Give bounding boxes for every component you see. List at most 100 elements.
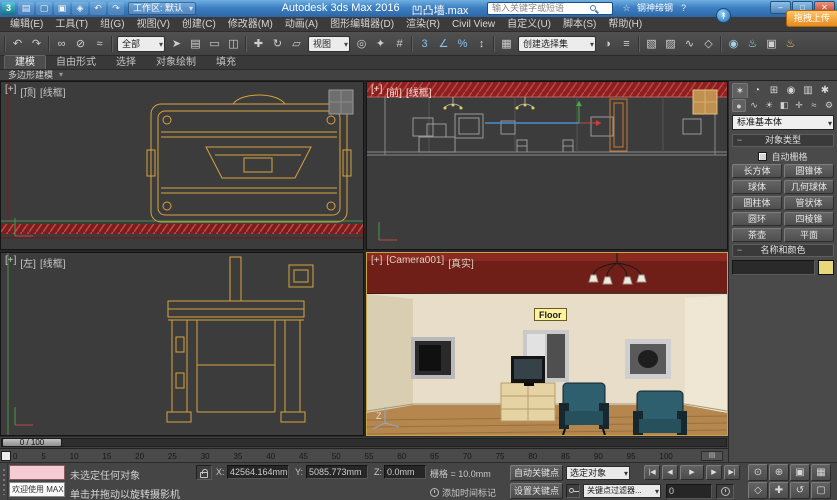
select-and-manipulate-icon[interactable]: ✦ <box>371 34 390 54</box>
selection-filter-dropdown[interactable]: 全部 <box>117 35 165 52</box>
viewport-left[interactable]: [+] [左] [线框] <box>0 252 364 436</box>
rendered-frame-icon[interactable]: ▣ <box>762 34 781 54</box>
display-tab[interactable]: ▥ <box>800 83 816 98</box>
edit-named-sets-icon[interactable]: ▦ <box>497 34 516 54</box>
menu-item[interactable]: 视图(V) <box>131 17 176 32</box>
spinner-snap-icon[interactable]: ↕ <box>472 34 491 54</box>
viewport-shading-label[interactable]: [线框] <box>406 84 432 99</box>
primitive-category-dropdown[interactable]: 标准基本体 <box>732 115 834 130</box>
mirror-icon[interactable]: ◑ <box>598 34 617 54</box>
viewport-top[interactable]: [+] [顶] [线框] <box>0 81 364 250</box>
menu-item[interactable]: 编辑(E) <box>4 17 49 32</box>
pan-icon[interactable]: ✚ <box>769 482 789 499</box>
maxscript-listener-output[interactable]: 欢迎使用 MAXScript <box>9 482 65 497</box>
statusbar-grip[interactable] <box>0 463 8 500</box>
menu-item[interactable]: 组(G) <box>94 17 130 32</box>
autogrid-checkbox[interactable] <box>758 151 768 161</box>
name-color-rollout-header[interactable]: 名称和颜色 <box>732 244 834 257</box>
object-color-swatch[interactable] <box>818 260 834 275</box>
viewport-pov-label[interactable]: [顶] <box>20 84 36 99</box>
reference-coordinate-dropdown[interactable]: 视图 <box>308 35 350 52</box>
redo-icon[interactable]: ↷ <box>27 34 46 54</box>
field-of-view-icon[interactable]: ◇ <box>748 482 768 499</box>
upload-badge[interactable]: 拖拽上传 <box>785 10 837 27</box>
menu-item[interactable]: 创建(C) <box>176 17 222 32</box>
viewport-pov-label[interactable]: [Camera001] <box>386 255 444 270</box>
geometry-category[interactable]: ● <box>732 99 746 112</box>
object-type-button[interactable]: 圆环 <box>732 212 782 226</box>
play-animation-button[interactable]: ▶ <box>680 465 704 480</box>
selection-lock-toggle[interactable] <box>196 465 212 480</box>
unlink-selection-icon[interactable]: ⊘ <box>71 34 90 54</box>
spacewarps-category[interactable]: ≈ <box>807 99 821 112</box>
time-slider[interactable]: 0 / 100 <box>0 436 728 448</box>
workspace-dropdown[interactable]: 工作区: 默认 <box>128 2 197 15</box>
time-slider-track[interactable] <box>1 438 727 447</box>
object-type-button[interactable]: 圆柱体 <box>732 196 782 210</box>
maxscript-listener-input[interactable] <box>9 465 65 480</box>
app-menu-icon[interactable]: ▤ <box>18 2 34 15</box>
search-icon[interactable] <box>590 5 596 11</box>
select-and-link-icon[interactable]: ∞ <box>52 34 71 54</box>
zoom-icon[interactable]: ⊙ <box>748 464 768 481</box>
use-pivot-center-icon[interactable]: ◎ <box>352 34 371 54</box>
menu-item[interactable]: 工具(T) <box>49 17 94 32</box>
render-production-icon[interactable]: ♨ <box>781 34 800 54</box>
material-editor-icon[interactable]: ◉ <box>724 34 743 54</box>
select-and-scale-icon[interactable]: ▱ <box>287 34 306 54</box>
set-key-button[interactable]: 设置关键点 <box>510 483 563 499</box>
search-box[interactable]: 输入关键字或短语 <box>487 2 613 15</box>
object-type-button[interactable]: 圆锥体 <box>784 164 834 178</box>
helpers-category[interactable]: ✛ <box>792 99 806 112</box>
viewport-camera[interactable]: [+] [Camera001] [真实] Floor Z <box>366 252 728 436</box>
key-filters-button[interactable]: 关键点过滤器... <box>583 484 661 498</box>
auto-key-button[interactable]: 自动关键点 <box>510 465 563 481</box>
object-type-button[interactable]: 长方体 <box>732 164 782 178</box>
time-configuration-button[interactable] <box>716 484 734 499</box>
hierarchy-tab[interactable]: ⊞ <box>766 83 782 98</box>
signed-in-user[interactable]: 钢神缔钢 <box>637 2 673 15</box>
menu-item[interactable]: 动画(A) <box>279 17 324 32</box>
lights-category[interactable]: ☀ <box>762 99 776 112</box>
track-bar[interactable]: 0 5 10 15 20 25 30 35 40 45 50 55 60 65 70 75 80 85 90 95 10… <box>0 448 728 462</box>
favorites-icon[interactable]: ☆ <box>620 2 633 15</box>
ribbon-tab[interactable]: 填充 <box>206 56 246 69</box>
menu-item[interactable]: 渲染(R) <box>400 17 446 32</box>
menu-item[interactable]: 图形编辑器(D) <box>324 17 400 32</box>
z-coordinate-field[interactable]: 0.0mm <box>384 465 426 479</box>
select-by-name-icon[interactable]: ▤ <box>186 34 205 54</box>
object-type-button[interactable]: 管状体 <box>784 196 834 210</box>
rectangular-region-icon[interactable]: ▭ <box>205 34 224 54</box>
ribbon-panel-bar[interactable]: 多边形建模 <box>0 70 837 81</box>
ribbon-tab[interactable]: 对象绘制 <box>146 56 206 69</box>
current-frame-field[interactable]: 0 <box>666 484 712 499</box>
menu-item[interactable]: 自定义(U) <box>501 17 557 32</box>
object-type-button[interactable]: 几何球体 <box>784 180 834 194</box>
motion-tab[interactable]: ◉ <box>783 83 799 98</box>
ribbon-toggle-icon[interactable]: ▨ <box>661 34 680 54</box>
go-to-start-button[interactable]: |◀ <box>644 465 660 480</box>
maximize-viewport-icon[interactable]: ▢ <box>811 482 831 499</box>
align-icon[interactable]: ≡ <box>617 34 636 54</box>
curve-editor-icon[interactable]: ∿ <box>680 34 699 54</box>
go-to-end-button[interactable]: ▶| <box>724 465 740 480</box>
previous-frame-button[interactable]: ◀ <box>662 465 678 480</box>
next-frame-button[interactable]: ▶ <box>706 465 722 480</box>
percent-snap-icon[interactable]: % <box>453 34 472 54</box>
schematic-view-icon[interactable]: ◇ <box>699 34 718 54</box>
object-type-button[interactable]: 平面 <box>784 228 834 242</box>
object-name-field[interactable] <box>732 260 815 275</box>
menu-item[interactable]: Civil View <box>446 17 501 32</box>
app-logo-icon[interactable]: 3 <box>2 2 15 15</box>
modify-tab[interactable]: ◔ <box>749 83 765 98</box>
trackbar-options-icon[interactable]: ▤ <box>701 451 723 461</box>
undo-icon[interactable]: ↶ <box>8 34 27 54</box>
object-type-button[interactable]: 球体 <box>732 180 782 194</box>
named-selection-sets-dropdown[interactable]: 创建选择集 <box>518 35 596 52</box>
angle-snap-icon[interactable]: ∠ <box>434 34 453 54</box>
render-setup-icon[interactable]: ♨ <box>743 34 762 54</box>
uploader-icon[interactable]: ↟ <box>716 8 731 23</box>
menu-item[interactable]: 帮助(H) <box>602 17 648 32</box>
select-and-move-icon[interactable]: ✚ <box>249 34 268 54</box>
ribbon-tab[interactable]: 选择 <box>106 56 146 69</box>
